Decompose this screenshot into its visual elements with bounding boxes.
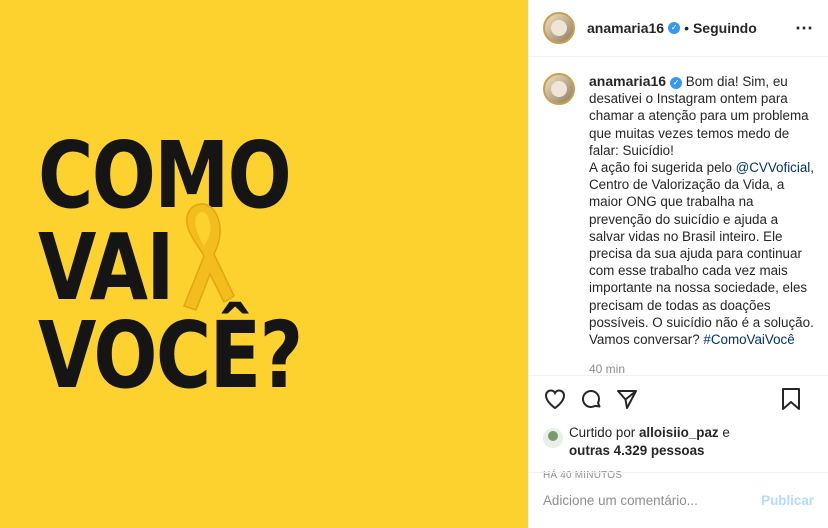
add-comment-bar: Adicione um comentário... Publicar — [529, 472, 828, 528]
author-username[interactable]: anamaria16 — [587, 20, 664, 36]
more-options-icon[interactable]: ⋯ — [795, 18, 814, 39]
caption-area: anamaria16 ✓ Bom dia! Sim, eu desativei o… — [529, 57, 828, 375]
caption-body-3: , Centro de Valorização da Vida, a maior… — [589, 160, 815, 348]
post-header: anamaria16 ✓ • Seguindo ⋯ — [529, 0, 828, 57]
yellow-ribbon-icon — [183, 203, 235, 311]
separator-dot: • — [684, 20, 689, 36]
image-text-voce: VOCÊ? — [38, 302, 303, 409]
liker-username[interactable]: alloisiio_paz — [639, 425, 719, 440]
verified-icon: ✓ — [668, 22, 681, 34]
post-sidebar: anamaria16 ✓ • Seguindo ⋯ anamaria16 ✓ Bo… — [528, 0, 828, 528]
comment-input[interactable]: Adicione um comentário... — [543, 493, 698, 508]
publish-button[interactable]: Publicar — [761, 493, 814, 508]
share-icon[interactable] — [615, 387, 639, 411]
caption-body-2: A ação foi sugerida pelo — [589, 160, 736, 176]
actions-bar: Curtido por alloisiio_paz e outras 4.329… — [529, 375, 828, 481]
mention-link[interactable]: @CVVoficial — [736, 160, 811, 175]
like-heart-icon[interactable] — [543, 387, 567, 411]
likes-count[interactable]: outras 4.329 pessoas — [569, 443, 704, 458]
caption-username[interactable]: anamaria16 — [589, 73, 666, 89]
likes-conjunction: e — [718, 425, 730, 440]
author-avatar[interactable] — [543, 12, 575, 44]
caption-time: 40 min — [589, 362, 626, 375]
caption-text: anamaria16 ✓ Bom dia! Sim, eu desativei o… — [589, 73, 814, 348]
comment-icon[interactable] — [579, 387, 603, 411]
post-image[interactable]: COMO VAI VOCÊ? — [0, 0, 528, 528]
following-button[interactable]: Seguindo — [693, 20, 757, 36]
liker-avatar[interactable] — [543, 428, 563, 448]
instagram-post: COMO VAI VOCÊ? anamaria16 ✓ • Seguindo ⋯… — [0, 0, 828, 528]
liked-by-prefix: Curtido por — [569, 425, 639, 440]
image-text-vai: VAI — [38, 214, 174, 321]
caption-avatar[interactable] — [543, 73, 575, 105]
hashtag-link[interactable]: #ComoVaiVocê — [703, 332, 794, 347]
verified-icon: ✓ — [670, 77, 683, 89]
likes-summary: Curtido por alloisiio_paz e outras 4.329… — [543, 424, 814, 460]
image-text-como: COMO — [38, 122, 292, 229]
bookmark-icon[interactable] — [780, 387, 802, 411]
